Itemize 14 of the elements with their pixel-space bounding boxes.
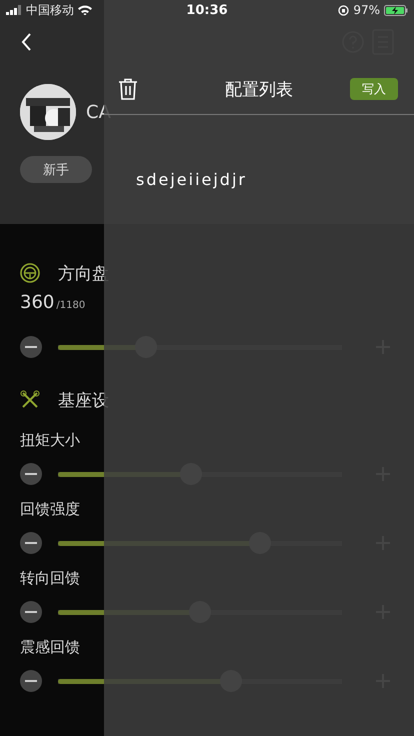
write-button[interactable]: 写入 bbox=[350, 78, 398, 100]
carrier-name: 中国移动 bbox=[26, 2, 74, 18]
param-label: 震感回馈 bbox=[20, 638, 80, 657]
rotation-max: /1180 bbox=[56, 300, 86, 311]
battery-percent: 97% bbox=[353, 3, 380, 17]
preset-button[interactable]: 新手 bbox=[20, 156, 92, 183]
status-time: 10:36 bbox=[186, 2, 228, 18]
drawer-title: 配置列表 bbox=[225, 78, 293, 100]
section-title: 方向盘 bbox=[58, 262, 109, 284]
param-label: 转向回馈 bbox=[20, 569, 80, 588]
param-label: 回馈强度 bbox=[20, 500, 80, 519]
rotation-value: 360 bbox=[20, 292, 54, 313]
section-title: 基座设 bbox=[58, 390, 109, 412]
param-label: 扭矩大小 bbox=[20, 431, 80, 450]
